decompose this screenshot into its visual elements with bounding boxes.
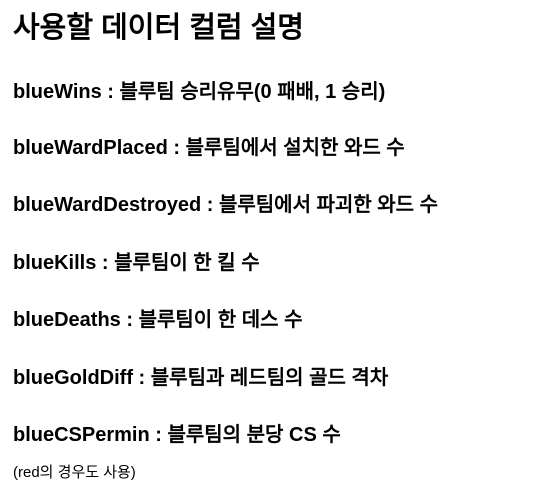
column-description: blueDeaths : 블루팀이 한 데스 수 bbox=[13, 306, 302, 334]
column-name: blueDeaths bbox=[13, 309, 121, 331]
column-desc: 블루팀이 한 데스 수 bbox=[138, 309, 303, 331]
separator: : bbox=[167, 137, 186, 159]
column-description: blueWardDestroyed : 블루팀에서 파괴한 와드 수 bbox=[13, 191, 438, 219]
column-desc: 블루팀이 한 킬 수 bbox=[114, 252, 260, 274]
column-desc: 블루팀과 레드팀의 골드 격차 bbox=[150, 367, 389, 389]
column-description: blueWardPlaced : 블루팀에서 설치한 와드 수 bbox=[13, 134, 405, 162]
column-description: blueCSPermin : 블루팀의 분당 CS 수 bbox=[13, 421, 341, 449]
column-desc: 블루팀 승리유무(0 패배, 1 승리) bbox=[119, 81, 386, 103]
separator: : bbox=[132, 367, 151, 389]
column-name: blueKills bbox=[13, 252, 97, 274]
column-name: blueGoldDiff bbox=[13, 367, 133, 389]
column-desc: 블루팀에서 설치한 와드 수 bbox=[185, 137, 405, 159]
column-desc: 블루팀의 분당 CS 수 bbox=[167, 424, 341, 446]
column-description: blueKills : 블루팀이 한 킬 수 bbox=[13, 249, 260, 277]
column-name: blueWins bbox=[13, 81, 102, 103]
page-title: 사용할 데이터 컬럼 설명 bbox=[13, 12, 304, 44]
separator: : bbox=[101, 81, 120, 103]
separator: : bbox=[96, 252, 115, 274]
column-name: blueWardPlaced bbox=[13, 137, 168, 159]
column-desc: 블루팀에서 파괴한 와드 수 bbox=[218, 194, 439, 216]
column-description: blueGoldDiff : 블루팀과 레드팀의 골드 격차 bbox=[13, 364, 388, 392]
footnote: (red의 경우도 사용) bbox=[13, 464, 136, 481]
separator: : bbox=[149, 424, 168, 446]
column-description: blueWins : 블루팀 승리유무(0 패배, 1 승리) bbox=[13, 78, 385, 106]
separator: : bbox=[201, 194, 219, 216]
separator: : bbox=[120, 309, 139, 331]
column-name: blueCSPermin bbox=[13, 424, 150, 446]
column-name: blueWardDestroyed bbox=[13, 194, 202, 216]
